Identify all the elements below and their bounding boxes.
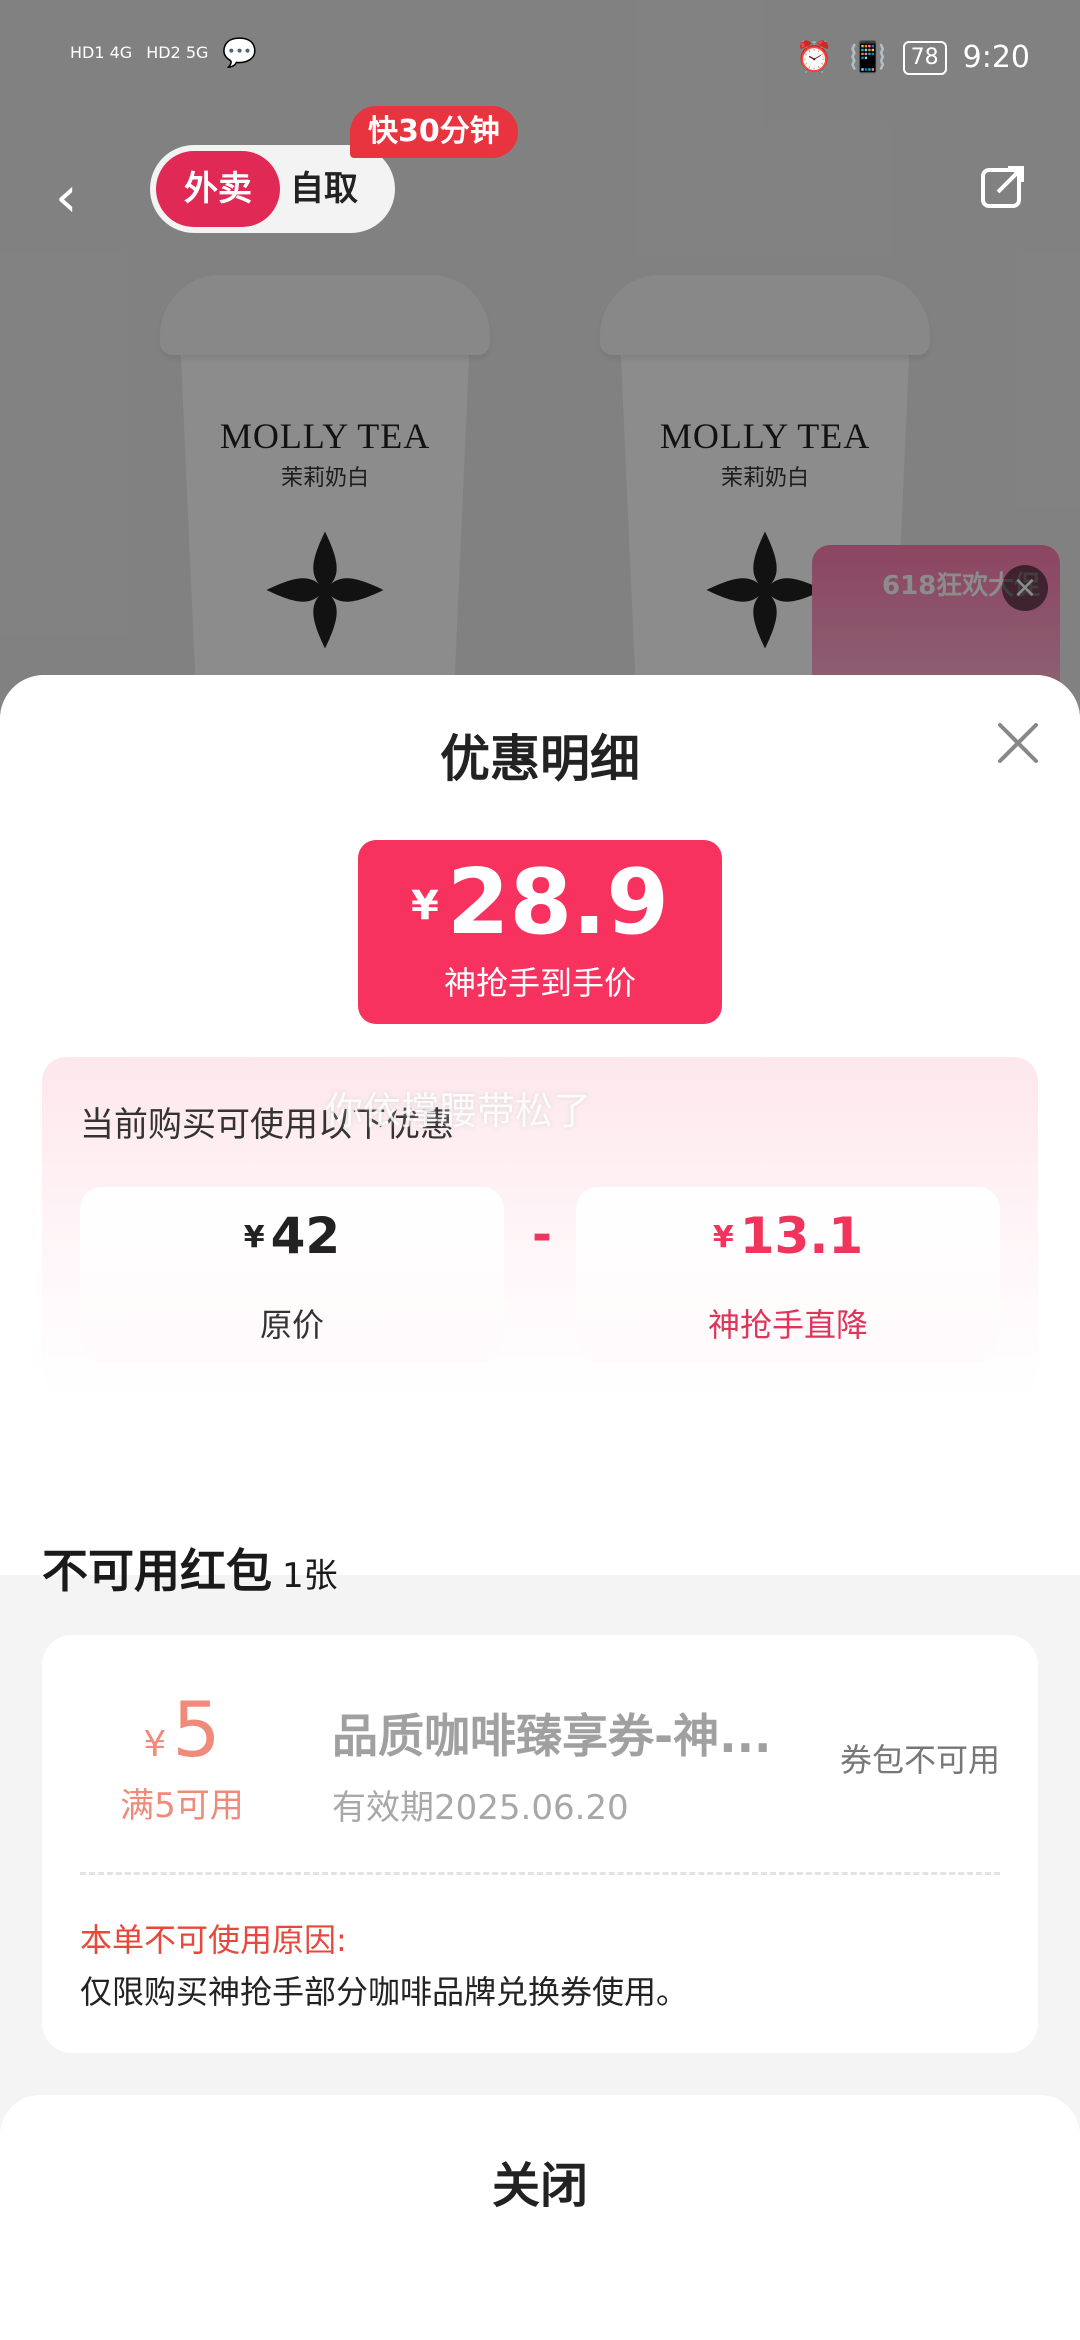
unavailable-count: 1张 [282, 1556, 338, 1596]
wechat-icon: 💬 [222, 36, 258, 69]
original-price-card: ¥42 原价 [80, 1187, 504, 1362]
tab-pickup[interactable]: 自取 [290, 151, 390, 227]
coupon-status: 券包不可用 [839, 1741, 1000, 1779]
tab-delivery[interactable]: 外卖 [156, 151, 280, 227]
coupon-condition: 满5可用 [120, 1786, 244, 1826]
footer-bar: 关闭 [0, 2095, 1080, 2340]
alarm-icon: ⏰ [795, 40, 834, 75]
fast-delivery-badge: 快30分钟 [350, 106, 518, 158]
coupon-card[interactable]: ¥5 满5可用 品质咖啡臻享券-神... 有效期2025.06.20 券包不可用… [42, 1635, 1038, 2053]
network-indicator: HD1 4G [70, 43, 133, 62]
minus-sign: - [532, 1207, 552, 1263]
share-icon[interactable] [978, 160, 1030, 212]
top-nav: ‹ 外卖 自取 快30分钟 [0, 106, 1080, 240]
original-price-label: 原价 [259, 1306, 324, 1344]
coupon-expiry: 有效期2025.06.20 [332, 1788, 629, 1828]
final-price-value: 28.9 [446, 850, 669, 955]
battery-indicator: 78 [902, 40, 947, 75]
discount-card: ¥13.1 神抢手直降 [576, 1187, 1000, 1362]
final-price-caption: 神抢手到手价 [443, 964, 636, 1002]
original-price-value: 42 [270, 1207, 341, 1265]
network-indicator: HD2 5G [146, 43, 209, 62]
discount-label: 神抢手直降 [707, 1306, 868, 1344]
dashed-divider [80, 1872, 1000, 1875]
reason-text: 仅限购买神抢手部分咖啡品牌兑换券使用。 [80, 1973, 689, 2011]
sheet-title: 优惠明细 [440, 730, 640, 788]
discount-detail-sheet: 优惠明细 当前购买可使用以下优惠 ¥42 原价 - ¥13.1 神抢手直降 ¥2… [0, 675, 1080, 2340]
coupon-amount: ¥5 满5可用 [82, 1685, 282, 1827]
delivery-mode-toggle[interactable]: 外卖 自取 [150, 145, 395, 233]
vibrate-icon: 📳 [849, 40, 887, 75]
close-button[interactable]: 关闭 [0, 2095, 1080, 2275]
coupon-name: 品质咖啡臻享券-神... [332, 1709, 772, 1763]
discount-value: 13.1 [739, 1207, 864, 1265]
close-icon[interactable] [990, 715, 1046, 771]
unavailable-section-title: 不可用红包 1张 [42, 1544, 338, 1598]
reason-label: 本单不可使用原因: [80, 1921, 347, 1959]
status-bar: HD1 4G HD2 5G 💬 ⏰ 📳 78 9:20 [0, 30, 1080, 90]
watermark-text: 你依撑腰带松了 [325, 1089, 592, 1133]
back-arrow-icon[interactable]: ‹ [55, 165, 77, 230]
final-price-badge: ¥28.9 神抢手到手价 [358, 840, 722, 1024]
clock: 9:20 [962, 40, 1030, 75]
